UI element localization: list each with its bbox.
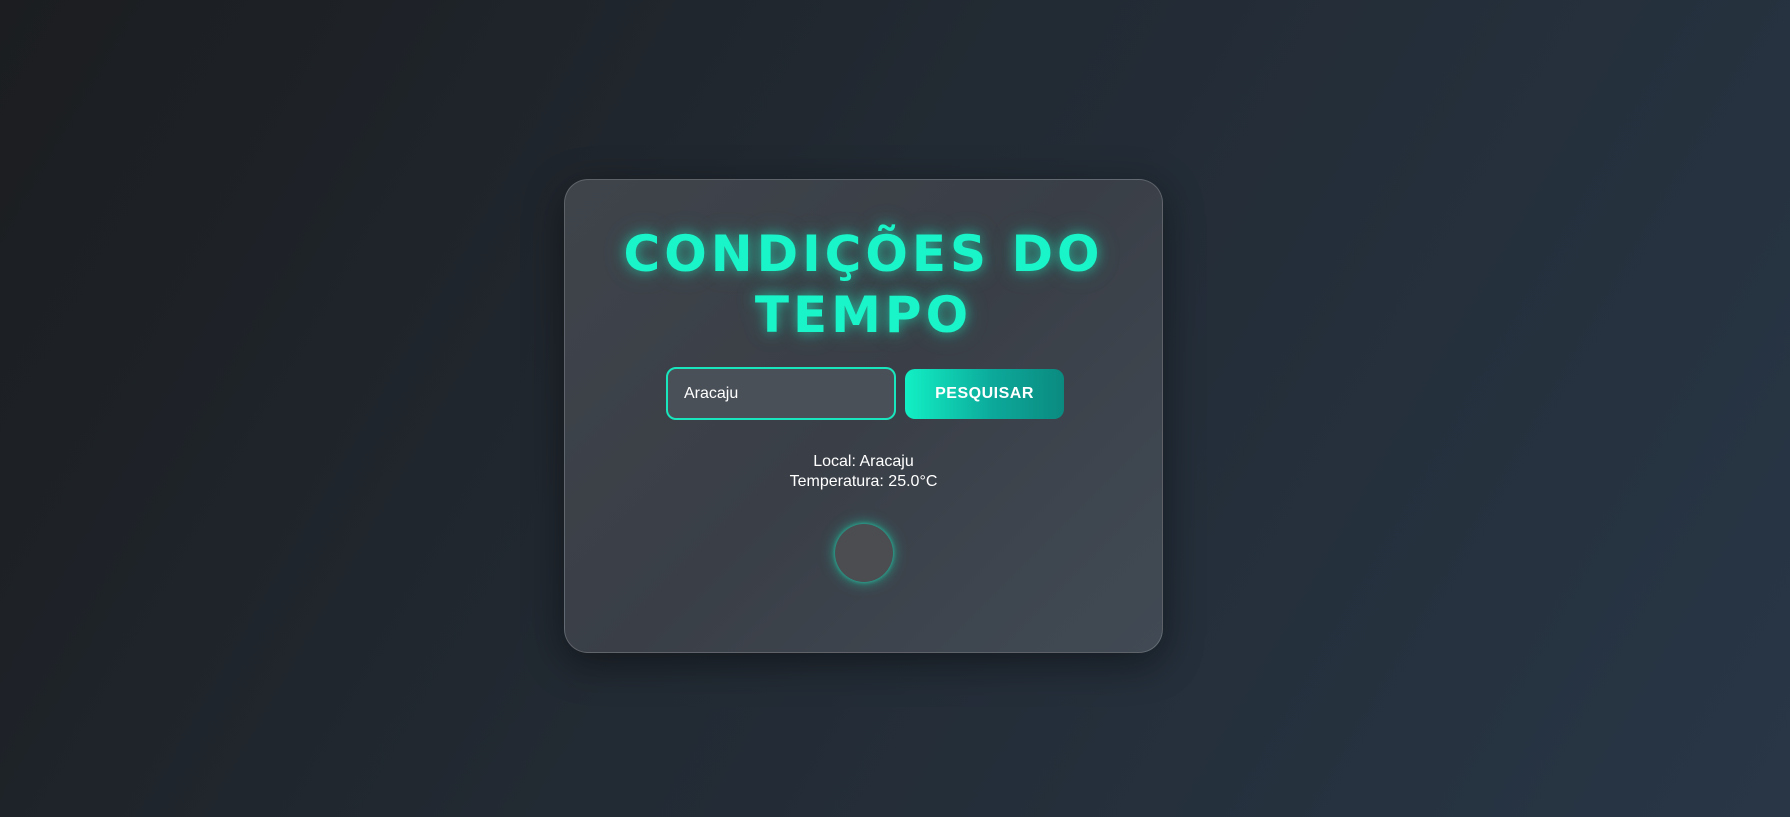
search-button[interactable]: PESQUISAR bbox=[905, 369, 1064, 419]
location-text: Local: Aracaju bbox=[813, 453, 914, 470]
weather-icon bbox=[835, 524, 893, 582]
city-search-input[interactable] bbox=[666, 367, 896, 420]
temperature-text: Temperatura: 25.0°C bbox=[789, 473, 938, 490]
page-title: CONDIÇÕES DO TEMPO bbox=[623, 225, 1104, 344]
weather-card: CONDIÇÕES DO TEMPO PESQUISAR Local: Arac… bbox=[564, 179, 1163, 653]
weather-result: Local: Aracaju Temperatura: 25.0°C bbox=[565, 452, 1162, 492]
